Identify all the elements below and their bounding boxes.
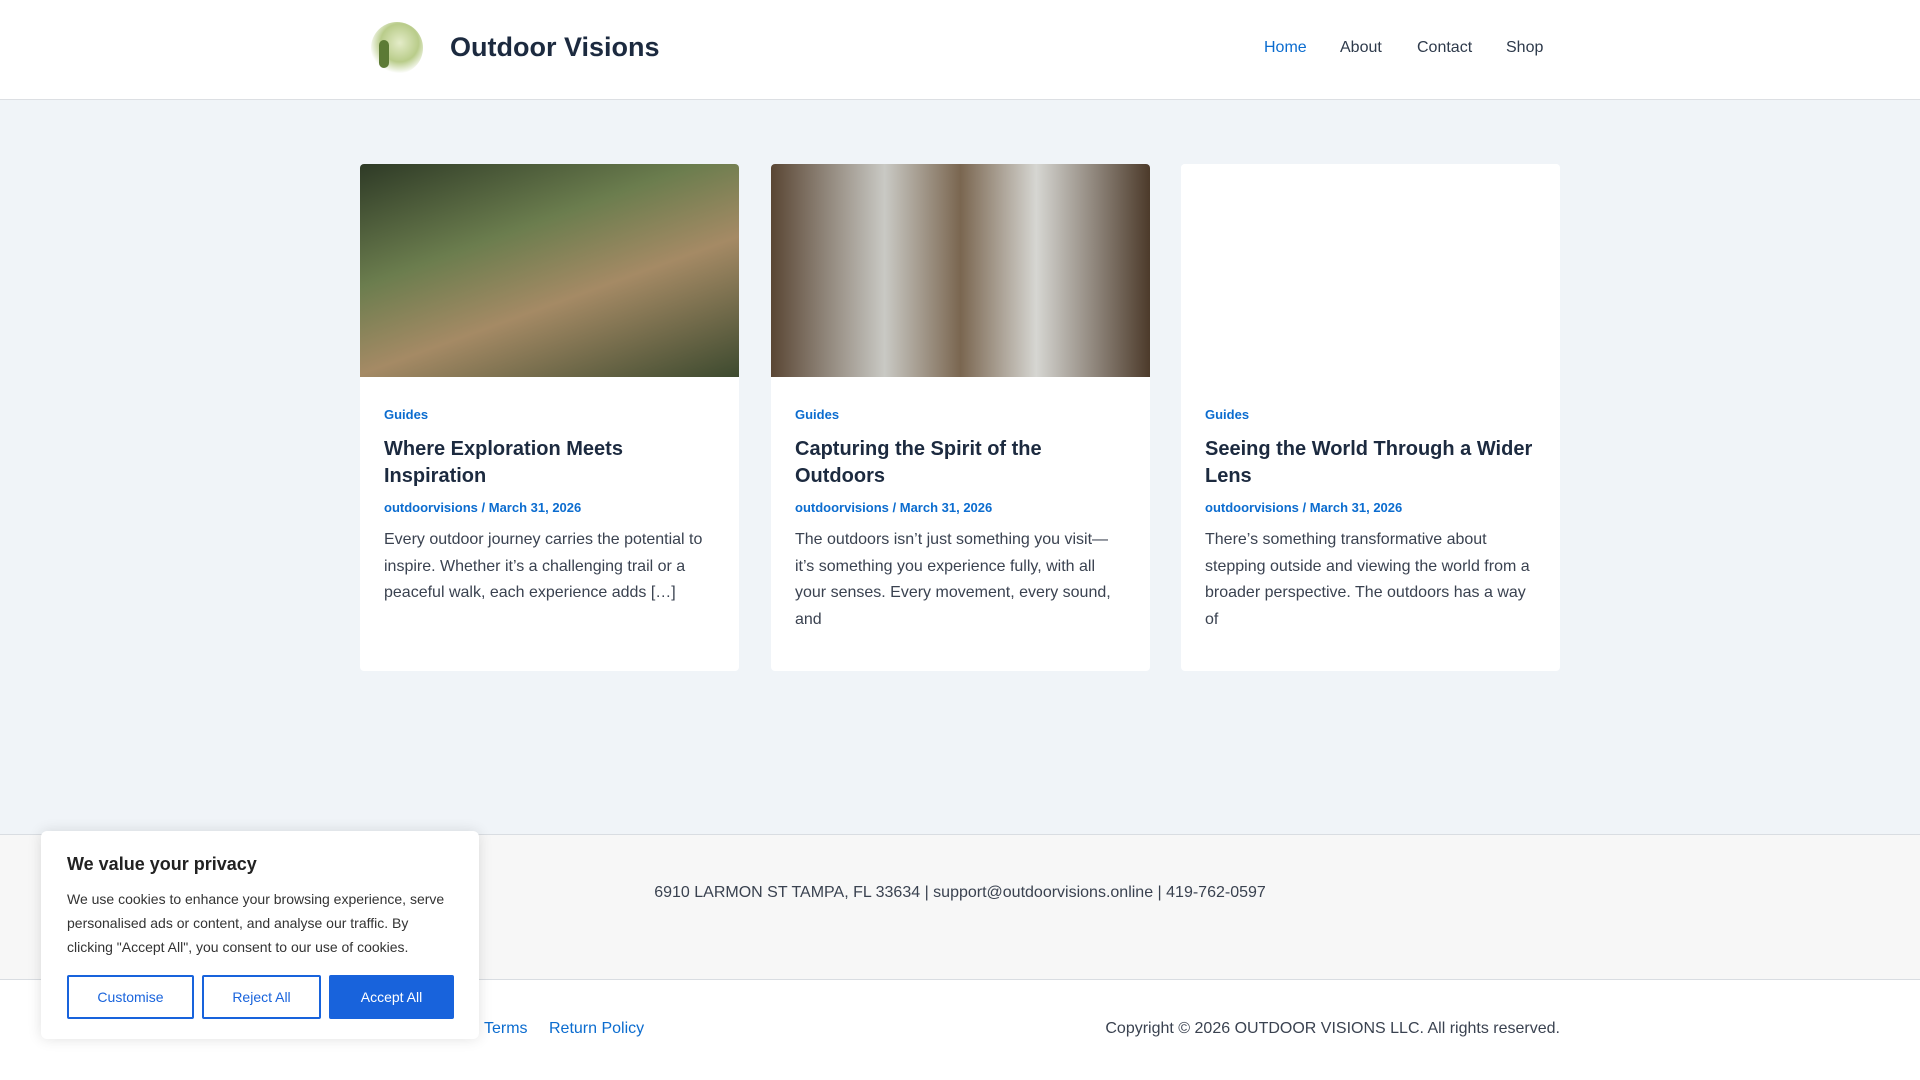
footer-link-terms[interactable]: Terms bbox=[484, 1020, 528, 1038]
cookie-title: We value your privacy bbox=[67, 854, 257, 874]
post-card: Guides Seeing the World Through a Wider … bbox=[1181, 164, 1560, 671]
nav-home[interactable]: Home bbox=[1264, 39, 1307, 57]
nav-about[interactable]: About bbox=[1340, 39, 1382, 57]
post-category[interactable]: Guides bbox=[1205, 407, 1536, 422]
post-author[interactable]: outdoorvisions bbox=[384, 500, 478, 515]
post-image-placeholder bbox=[1181, 164, 1560, 377]
post-author[interactable]: outdoorvisions bbox=[1205, 500, 1299, 515]
post-excerpt: The outdoors isn’t just something you vi… bbox=[795, 531, 1111, 628]
post-excerpt: There’s something transformative about s… bbox=[1205, 531, 1530, 628]
site-header: Outdoor Visions Home About Contact Shop bbox=[0, 0, 1920, 100]
post-category[interactable]: Guides bbox=[384, 407, 715, 422]
customise-button[interactable]: Customise bbox=[67, 975, 194, 1019]
post-date[interactable]: March 31, 2026 bbox=[489, 500, 582, 515]
post-card: Guides Capturing the Spirit of the Outdo… bbox=[771, 164, 1150, 671]
site-title[interactable]: Outdoor Visions bbox=[450, 32, 660, 63]
post-meta: outdoorvisions / March 31, 2026 bbox=[795, 500, 993, 515]
post-title[interactable]: Seeing the World Through a Wider Lens bbox=[1205, 436, 1536, 490]
post-category[interactable]: Guides bbox=[795, 407, 1126, 422]
nav-shop[interactable]: Shop bbox=[1506, 39, 1543, 57]
site-logo[interactable] bbox=[371, 22, 423, 74]
footer-link-return-policy[interactable]: Return Policy bbox=[549, 1020, 644, 1038]
post-author[interactable]: outdoorvisions bbox=[795, 500, 889, 515]
reject-all-button[interactable]: Reject All bbox=[202, 975, 321, 1019]
post-excerpt: Every outdoor journey carries the potent… bbox=[384, 531, 703, 601]
post-image[interactable] bbox=[771, 164, 1150, 377]
post-image[interactable] bbox=[360, 164, 739, 377]
post-meta: outdoorvisions / March 31, 2026 bbox=[1205, 500, 1403, 515]
post-title[interactable]: Where Exploration Meets Inspiration bbox=[384, 436, 715, 490]
post-date[interactable]: March 31, 2026 bbox=[1310, 500, 1403, 515]
post-meta: outdoorvisions / March 31, 2026 bbox=[384, 500, 582, 515]
cookie-text: We use cookies to enhance your browsing … bbox=[67, 891, 445, 955]
post-date[interactable]: March 31, 2026 bbox=[900, 500, 993, 515]
post-title[interactable]: Capturing the Spirit of the Outdoors bbox=[795, 436, 1126, 490]
copyright: Copyright © 2026 OUTDOOR VISIONS LLC. Al… bbox=[1105, 1020, 1560, 1037]
post-card: Guides Where Exploration Meets Inspirati… bbox=[360, 164, 739, 671]
nav-contact[interactable]: Contact bbox=[1417, 39, 1472, 57]
accept-all-button[interactable]: Accept All bbox=[329, 975, 454, 1019]
cookie-consent-banner: We value your privacy We use cookies to … bbox=[41, 831, 479, 1039]
